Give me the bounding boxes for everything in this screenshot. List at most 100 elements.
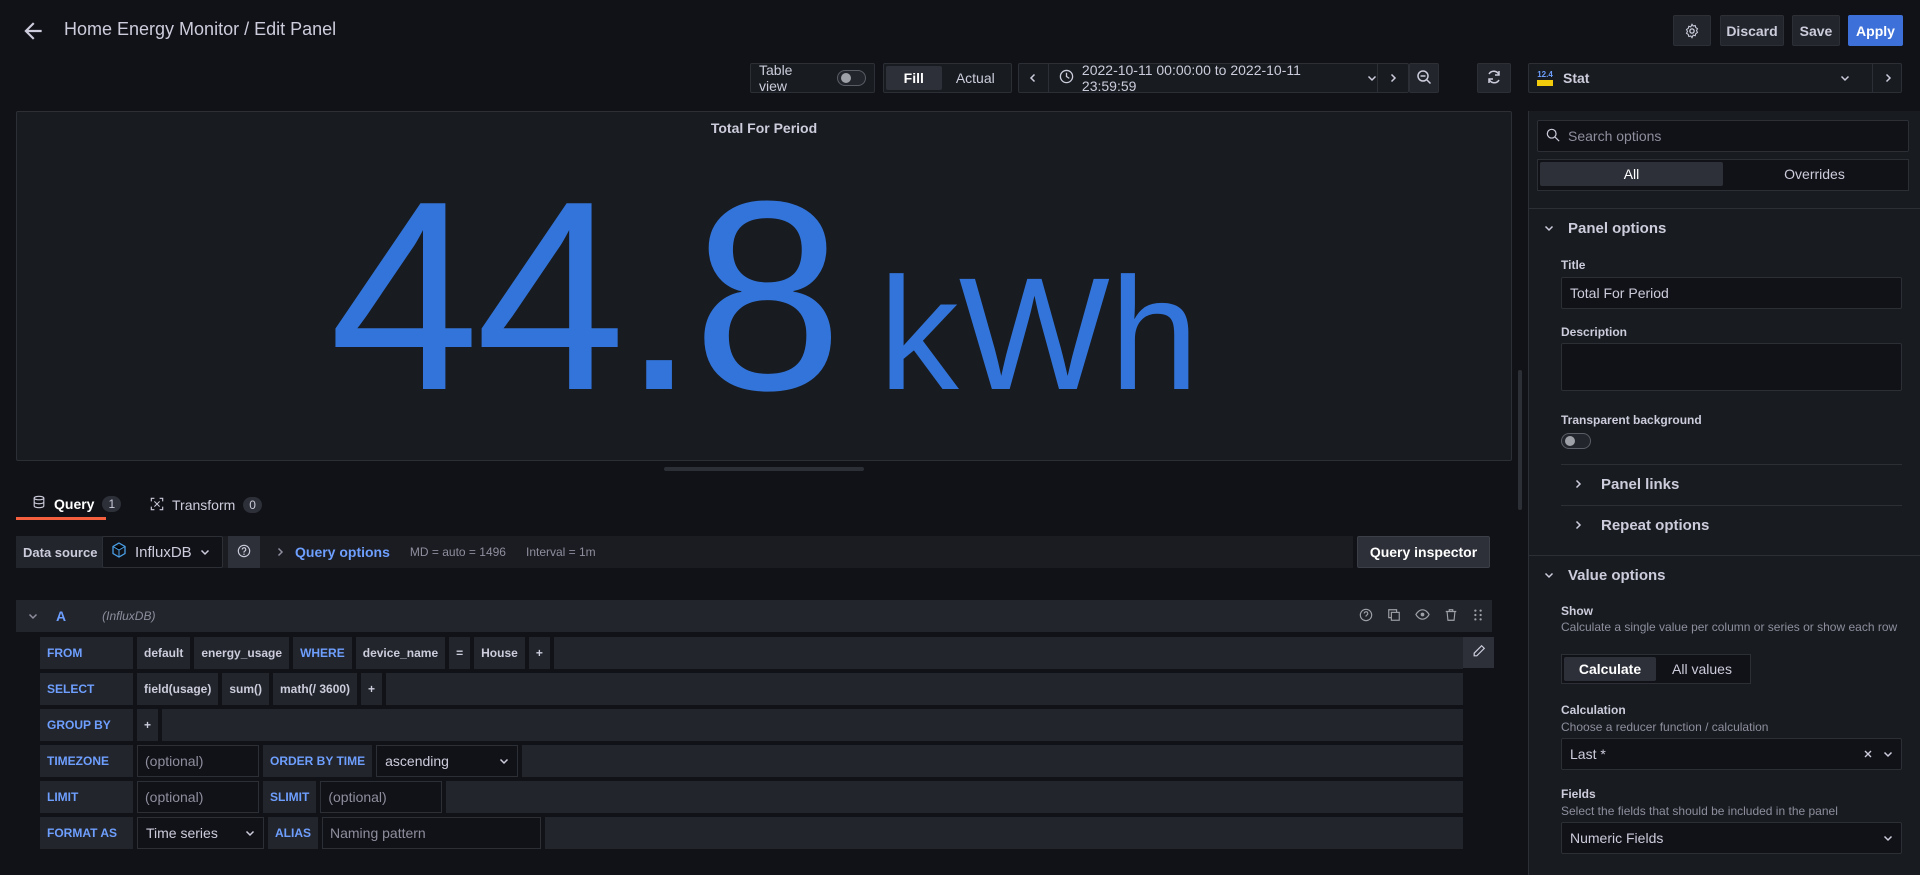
collapse-query-button[interactable]	[28, 608, 38, 624]
time-back-button[interactable]	[1019, 64, 1049, 92]
query-ref-id[interactable]: A	[56, 608, 66, 624]
calculate-option[interactable]: Calculate	[1564, 657, 1656, 681]
collapse-options-button[interactable]	[1872, 64, 1893, 92]
search-options-input[interactable]: Search options	[1537, 120, 1909, 152]
add-select-button[interactable]: +	[361, 673, 383, 705]
value-options-section[interactable]: Value options	[1528, 555, 1920, 595]
limit-input[interactable]: (optional)	[137, 781, 259, 813]
help-icon[interactable]	[1359, 608, 1373, 625]
field-segment[interactable]: field(usage)	[137, 673, 219, 705]
tab-query-label: Query	[54, 495, 95, 512]
datasource-help-button[interactable]	[228, 536, 260, 568]
timezone-input[interactable]: (optional)	[137, 745, 259, 777]
transparent-background-switch[interactable]	[1561, 433, 1591, 449]
fill-option[interactable]: Fill	[886, 66, 942, 90]
eye-icon[interactable]	[1415, 607, 1430, 625]
add-where-button[interactable]: +	[528, 637, 550, 669]
stat-number: 44.8	[329, 146, 842, 447]
calculation-label: Calculation	[1561, 703, 1626, 717]
slimit-input[interactable]: (optional)	[320, 781, 443, 813]
chevron-down-icon	[1367, 70, 1377, 86]
aggregation-segment[interactable]: sum()	[222, 673, 270, 705]
query-row-header: A (InfluxDB)	[16, 600, 1492, 632]
apply-button[interactable]: Apply	[1848, 15, 1903, 46]
query-datasource-name: (InfluxDB)	[102, 609, 156, 623]
actual-option[interactable]: Actual	[942, 66, 1009, 90]
chevron-down-icon	[1883, 830, 1893, 846]
format-row: FORMAT AS Time series ALIAS Naming patte…	[40, 817, 1463, 849]
scrollbar[interactable]	[1518, 370, 1522, 510]
fields-value: Numeric Fields	[1570, 830, 1664, 846]
table-view-toggle[interactable]: Table view	[750, 62, 875, 94]
add-group-by-button[interactable]: +	[137, 709, 159, 741]
gear-icon	[1684, 22, 1700, 39]
calculation-description: Choose a reducer function / calculation	[1561, 720, 1769, 734]
repeat-options-section[interactable]: Repeat options	[1561, 505, 1902, 545]
refresh-icon	[1486, 69, 1502, 88]
toggle-raw-query-button[interactable]	[1463, 637, 1494, 668]
transparent-background-label: Transparent background	[1561, 413, 1702, 427]
query-inspector-button[interactable]: Query inspector	[1357, 536, 1490, 568]
time-forward-button[interactable]	[1378, 64, 1408, 92]
influxdb-icon	[111, 542, 127, 562]
from-row: FROM default energy_usage WHERE device_n…	[40, 637, 1463, 669]
format-as-select[interactable]: Time series	[137, 817, 264, 849]
limit-keyword: LIMIT	[40, 781, 133, 813]
title-input[interactable]: Total For Period	[1561, 277, 1902, 309]
tag-value-segment[interactable]: House	[474, 637, 525, 669]
fields-select[interactable]: Numeric Fields	[1561, 822, 1902, 854]
math-segment[interactable]: math(/ 3600)	[273, 673, 358, 705]
visualization-name: Stat	[1563, 70, 1590, 86]
show-description: Calculate a single value per column or s…	[1561, 620, 1898, 634]
panel-links-section[interactable]: Panel links	[1561, 464, 1902, 504]
description-textarea[interactable]	[1561, 343, 1902, 391]
drag-handle-icon[interactable]	[1472, 608, 1484, 625]
operator-segment[interactable]: =	[449, 637, 471, 669]
time-range-button[interactable]: 2022-10-11 00:00:00 to 2022-10-11 23:59:…	[1049, 62, 1379, 94]
format-as-value: Time series	[146, 825, 218, 841]
database-icon	[32, 495, 46, 512]
repeat-options-label: Repeat options	[1601, 517, 1710, 534]
measurement-segment[interactable]: energy_usage	[194, 637, 290, 669]
datasource-picker[interactable]: InfluxDB	[102, 536, 223, 568]
copy-icon[interactable]	[1387, 608, 1401, 625]
alias-input[interactable]: Naming pattern	[322, 817, 541, 849]
back-arrow-icon[interactable]	[20, 18, 48, 44]
refresh-button[interactable]	[1477, 63, 1511, 93]
clear-icon[interactable]	[1863, 746, 1873, 762]
search-options-placeholder: Search options	[1568, 128, 1662, 144]
panel-options-section[interactable]: Panel options	[1528, 208, 1920, 248]
chevron-down-icon	[245, 825, 255, 841]
visualization-picker[interactable]: 12.4 Stat	[1528, 63, 1902, 93]
all-values-option[interactable]: All values	[1656, 657, 1748, 681]
timezone-row: TIMEZONE (optional) ORDER BY TIME ascend…	[40, 745, 1463, 777]
order-by-time-select[interactable]: ascending	[376, 745, 519, 777]
tag-key-segment[interactable]: device_name	[355, 637, 446, 669]
discard-button[interactable]: Discard	[1720, 15, 1784, 46]
time-range-text: 2022-10-11 00:00:00 to 2022-10-11 23:59:…	[1081, 62, 1301, 94]
panel-resize-handle[interactable]	[664, 467, 864, 471]
page-title: Home Energy Monitor / Edit Panel	[64, 19, 337, 39]
settings-button[interactable]	[1673, 15, 1711, 46]
table-view-label: Table view	[759, 62, 793, 94]
zoom-out-button[interactable]	[1409, 63, 1439, 93]
pencil-icon	[1472, 644, 1486, 661]
save-button[interactable]: Save	[1792, 15, 1840, 46]
stat-value: 44.8 kWh	[17, 162, 1511, 432]
value-options-heading: Value options	[1568, 567, 1666, 584]
limit-row: LIMIT (optional) SLIMIT (optional)	[40, 781, 1463, 813]
trash-icon[interactable]	[1444, 608, 1458, 625]
fill-actual-switch: Fill Actual	[883, 63, 1012, 93]
query-options-toggle[interactable]: Query options MD = auto = 1496 Interval …	[275, 536, 596, 568]
overrides-option[interactable]: Overrides	[1723, 162, 1906, 186]
alias-keyword: ALIAS	[268, 817, 318, 849]
show-radio-group: Calculate All values	[1561, 654, 1751, 684]
stat-viz-badge: 12.4	[1537, 69, 1553, 79]
table-view-switch[interactable]	[836, 70, 866, 86]
max-datapoints-info: MD = auto = 1496	[409, 545, 506, 559]
tab-query[interactable]: Query 1	[16, 490, 122, 520]
retention-policy-segment[interactable]: default	[137, 637, 191, 669]
tab-transform[interactable]: Transform 0	[150, 490, 262, 520]
calculation-select[interactable]: Last *	[1561, 738, 1902, 770]
all-option[interactable]: All	[1540, 162, 1723, 186]
